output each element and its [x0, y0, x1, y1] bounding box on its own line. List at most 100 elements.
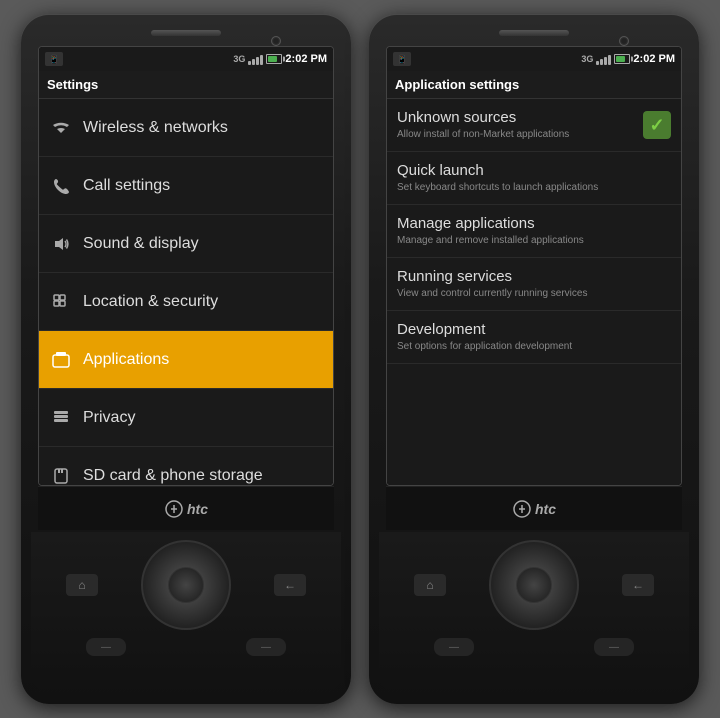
settings-item-running-services[interactable]: Running services View and control curren… [387, 258, 681, 311]
battery-fill-1 [268, 56, 276, 62]
manage-apps-title: Manage applications [397, 215, 671, 232]
wifi-icon [49, 116, 73, 140]
htc-logo-area-2: htc [386, 486, 682, 530]
speaker-grille-1 [151, 30, 221, 36]
menu-item-privacy[interactable]: Privacy [39, 389, 333, 447]
soft-left-1[interactable]: — [86, 638, 126, 656]
front-camera-1 [271, 36, 281, 46]
nav-top-row-1: ⌂ ← [66, 540, 306, 630]
bar1-2 [596, 61, 599, 65]
sdcard-label: SD card & phone storage [83, 467, 263, 485]
back-button-2[interactable]: ← [622, 574, 654, 596]
privacy-label: Privacy [83, 409, 135, 427]
htc-logo-symbol-2 [512, 499, 532, 519]
phone-top-2 [369, 24, 699, 46]
development-content: Development Set options for application … [397, 321, 671, 353]
quick-launch-content: Quick launch Set keyboard shortcuts to l… [397, 162, 671, 194]
soft-left-2[interactable]: — [434, 638, 474, 656]
battery-icon-2 [614, 54, 630, 64]
signal-bars-1 [248, 53, 263, 65]
privacy-icon [49, 406, 73, 430]
status-left-2: 📱 [393, 52, 411, 66]
status-bar-2: 📱 3G 2:02 PM [387, 47, 681, 71]
home-button-2[interactable]: ⌂ [414, 574, 446, 596]
nav-top-row-2: ⌂ ← [414, 540, 654, 630]
nav-area-1: ⌂ ← — — [31, 532, 341, 697]
htc-text-2: htc [535, 501, 556, 517]
dpad-1[interactable] [141, 540, 231, 630]
htc-logo-1: htc [164, 499, 208, 519]
unknown-sources-checkbox[interactable]: ✓ [643, 111, 671, 139]
menu-item-sound[interactable]: Sound & display [39, 215, 333, 273]
signal-bars-2 [596, 53, 611, 65]
checkmark-icon: ✓ [649, 115, 664, 136]
running-services-title: Running services [397, 268, 671, 285]
bar4-2 [608, 55, 611, 65]
settings-item-quick-launch[interactable]: Quick launch Set keyboard shortcuts to l… [387, 152, 681, 205]
location-icon [49, 290, 73, 314]
app-settings-title: Application settings [395, 77, 519, 92]
soft-right-text-2: — [609, 642, 619, 653]
home-button-1[interactable]: ⌂ [66, 574, 98, 596]
manage-apps-content: Manage applications Manage and remove in… [397, 215, 671, 247]
quick-launch-title: Quick launch [397, 162, 671, 179]
back-icon-2: ← [632, 578, 644, 592]
status-right-2: 3G 2:02 PM [581, 53, 675, 65]
soft-left-text-1: — [101, 642, 111, 653]
home-icon-2: ⌂ [426, 578, 433, 592]
dpad-2[interactable] [489, 540, 579, 630]
speaker-icon [49, 232, 73, 256]
apps-icon [49, 348, 73, 372]
status-left-1: 📱 [45, 52, 63, 66]
htc-logo-2: htc [512, 499, 556, 519]
screen-2: 📱 3G 2:02 PM Application settings [386, 46, 682, 486]
speaker-grille-2 [499, 30, 569, 36]
menu-item-wireless[interactable]: Wireless & networks [39, 99, 333, 157]
soft-right-text-1: — [261, 642, 271, 653]
settings-item-unknown-sources[interactable]: Unknown sources Allow install of non-Mar… [387, 99, 681, 152]
home-icon-1: ⌂ [78, 578, 85, 592]
battery-icon-1 [266, 54, 282, 64]
sdcard-icon [49, 464, 73, 486]
back-button-1[interactable]: ← [274, 574, 306, 596]
bar4 [260, 55, 263, 65]
wireless-label: Wireless & networks [83, 119, 228, 137]
bar1 [248, 61, 251, 65]
bar2 [252, 59, 255, 65]
dpad-center-2[interactable] [516, 567, 552, 603]
htc-logo-area-1: htc [38, 486, 334, 530]
settings-title-1: Settings [47, 77, 98, 92]
phone-top-1 [21, 24, 351, 46]
battery-fill-2 [616, 56, 624, 62]
title-bar-1: Settings [39, 71, 333, 99]
settings-item-development[interactable]: Development Set options for application … [387, 311, 681, 364]
menu-item-call[interactable]: Call settings [39, 157, 333, 215]
location-label: Location & security [83, 293, 218, 311]
phone-icon [49, 174, 73, 198]
unknown-sources-content: Unknown sources Allow install of non-Mar… [397, 109, 635, 141]
3g-icon-2: 3G [581, 54, 593, 64]
menu-item-location[interactable]: Location & security [39, 273, 333, 331]
applications-label: Applications [83, 351, 169, 369]
development-title: Development [397, 321, 671, 338]
nav-bottom-row-1: — — [86, 638, 286, 656]
nav-bottom-row-2: — — [434, 638, 634, 656]
dpad-center-1[interactable] [168, 567, 204, 603]
front-camera-2 [619, 36, 629, 46]
app-settings-list: Unknown sources Allow install of non-Mar… [387, 99, 681, 485]
bar2-2 [600, 59, 603, 65]
soft-right-2[interactable]: — [594, 638, 634, 656]
soft-right-1[interactable]: — [246, 638, 286, 656]
htc-logo-symbol-1 [164, 499, 184, 519]
menu-item-sdcard[interactable]: SD card & phone storage [39, 447, 333, 485]
title-bar-2: Application settings [387, 71, 681, 99]
menu-item-applications[interactable]: Applications [39, 331, 333, 389]
htc-text-1: htc [187, 501, 208, 517]
sim-status-icon-1: 📱 [45, 52, 63, 66]
3g-icon-1: 3G [233, 54, 245, 64]
settings-item-manage-apps[interactable]: Manage applications Manage and remove in… [387, 205, 681, 258]
running-services-content: Running services View and control curren… [397, 268, 671, 300]
manage-apps-subtitle: Manage and remove installed applications [397, 234, 671, 247]
menu-list-1: Wireless & networks Call settings Sound … [39, 99, 333, 485]
status-time-1: 2:02 PM [285, 53, 327, 65]
